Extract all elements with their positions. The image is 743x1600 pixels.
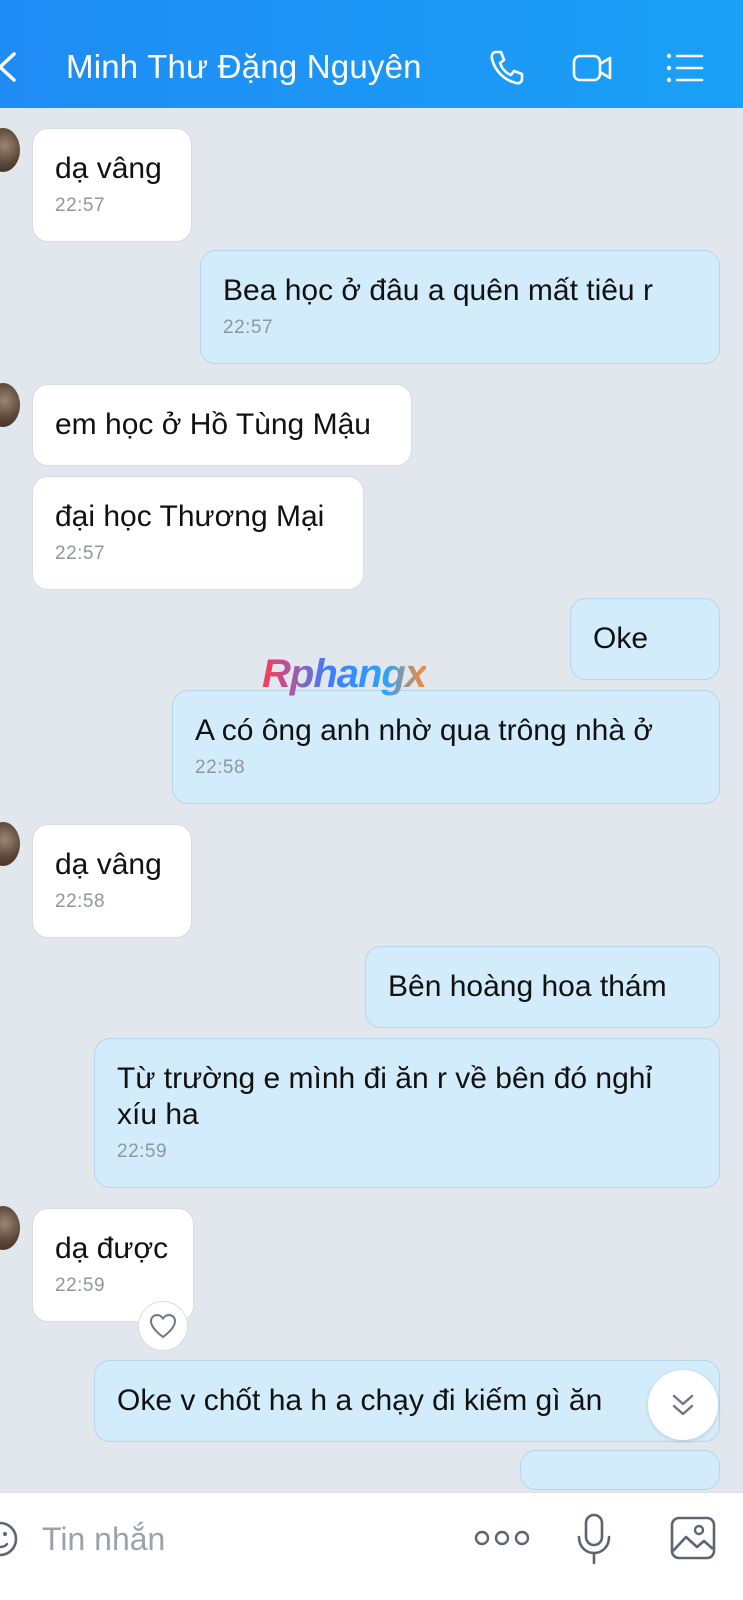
message-text: em học ở Hồ Tùng Mậu bbox=[55, 408, 371, 441]
sticker-icon[interactable] bbox=[0, 1517, 22, 1561]
message-time: 22:57 bbox=[223, 317, 274, 338]
message-text: Oke v chốt ha h a chạy đi kiếm gì ăn bbox=[117, 1384, 603, 1417]
message-input[interactable]: Tin nhắn bbox=[42, 1521, 165, 1558]
message-time: 22:59 bbox=[55, 1275, 106, 1296]
message-bubble-incoming[interactable]: đại học Thương Mại 22:57 bbox=[32, 476, 364, 590]
message-text: A có ông anh nhờ qua trông nhà ở bbox=[195, 714, 654, 747]
message-time: 22:58 bbox=[195, 757, 246, 778]
avatar[interactable] bbox=[0, 383, 20, 427]
message-bubble-outgoing[interactable]: Từ trường e mình đi ăn r về bên đó nghỉ … bbox=[94, 1038, 720, 1188]
avatar[interactable] bbox=[0, 128, 20, 172]
phone-icon[interactable] bbox=[484, 46, 528, 90]
message-list[interactable]: dạ vâng 22:57 Bea học ở đâu a quên mất t… bbox=[0, 108, 743, 1492]
video-call-icon[interactable] bbox=[570, 46, 614, 90]
message-time: 22:59 bbox=[117, 1141, 168, 1162]
message-bubble-outgoing[interactable]: Oke v chốt ha h a chạy đi kiếm gì ăn bbox=[94, 1360, 720, 1442]
message-text: Oke bbox=[593, 622, 649, 655]
microphone-icon[interactable] bbox=[574, 1511, 614, 1567]
message-bubble-outgoing[interactable]: Bea học ở đâu a quên mất tiêu r 22:57 bbox=[200, 250, 720, 364]
avatar[interactable] bbox=[0, 1206, 20, 1250]
more-options-icon[interactable] bbox=[474, 1523, 530, 1553]
message-time: 22:57 bbox=[55, 543, 106, 564]
message-text: đại học Thương Mại bbox=[55, 500, 325, 533]
message-bubble-outgoing[interactable]: Bên hoàng hoa thám bbox=[365, 946, 720, 1028]
avatar[interactable] bbox=[0, 822, 20, 866]
message-time: 22:58 bbox=[55, 891, 106, 912]
message-bubble-outgoing[interactable]: Oke bbox=[570, 598, 720, 680]
message-bubble-incoming[interactable]: em học ở Hồ Tùng Mậu bbox=[32, 384, 412, 466]
chat-header: Minh Thư Đặng Nguyên bbox=[0, 0, 743, 108]
message-input-bar: Tin nhắn bbox=[0, 1492, 743, 1600]
message-text: dạ được bbox=[55, 1232, 169, 1265]
menu-list-icon[interactable] bbox=[662, 46, 706, 90]
react-heart-button[interactable] bbox=[138, 1301, 188, 1351]
scroll-to-bottom-button[interactable] bbox=[648, 1370, 718, 1440]
message-text: dạ vâng bbox=[55, 848, 162, 881]
message-time: 22:57 bbox=[55, 195, 106, 216]
message-text: dạ vâng bbox=[55, 152, 162, 185]
watermark-logo: Rphangx bbox=[262, 652, 427, 696]
message-text: Bea học ở đâu a quên mất tiêu r bbox=[223, 274, 653, 307]
message-bubble-incoming[interactable]: dạ vâng 22:57 bbox=[32, 128, 192, 242]
image-gallery-icon[interactable] bbox=[669, 1515, 717, 1561]
message-text: Bên hoàng hoa thám bbox=[388, 970, 667, 1003]
message-bubble-incoming[interactable]: dạ vâng 22:58 bbox=[32, 824, 192, 938]
back-icon[interactable] bbox=[0, 50, 24, 84]
double-chevron-down-icon bbox=[672, 1394, 694, 1416]
message-text: Từ trường e mình đi ăn r về bên đó nghỉ … bbox=[117, 1062, 653, 1131]
message-bubble-outgoing-partial[interactable] bbox=[520, 1450, 720, 1490]
heart-icon bbox=[149, 1313, 177, 1339]
message-bubble-outgoing[interactable]: A có ông anh nhờ qua trông nhà ở 22:58 bbox=[172, 690, 720, 804]
contact-name[interactable]: Minh Thư Đặng Nguyên bbox=[66, 48, 422, 86]
